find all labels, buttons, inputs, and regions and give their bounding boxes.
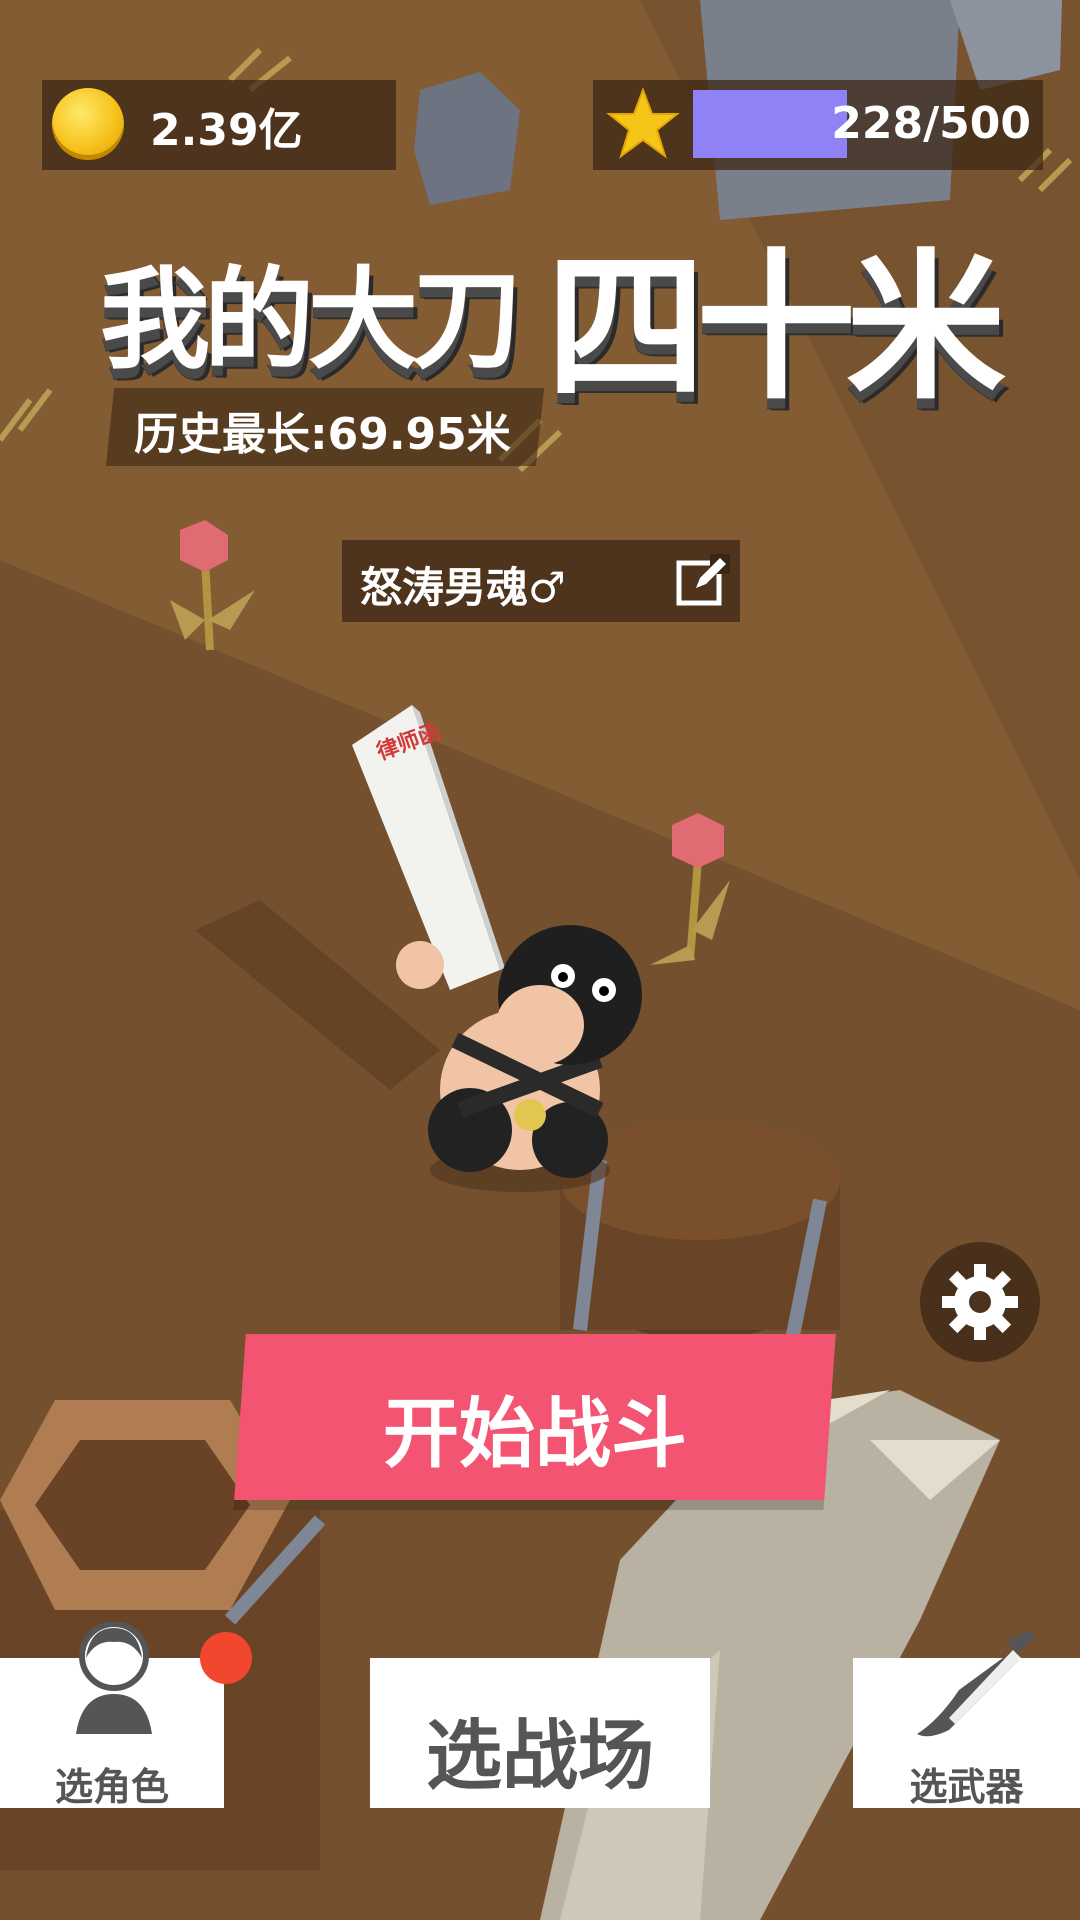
select-character-label: 选角色 bbox=[54, 1765, 169, 1809]
settings-button[interactable] bbox=[920, 1242, 1040, 1362]
knife-icon bbox=[917, 1630, 1035, 1737]
person-icon bbox=[76, 1622, 152, 1734]
gear-icon bbox=[942, 1264, 1018, 1340]
select-character-button[interactable]: 选角色 bbox=[0, 1622, 224, 1809]
edit-icon[interactable] bbox=[676, 554, 730, 608]
player-name-panel[interactable]: 怒涛男魂♂ bbox=[342, 540, 740, 622]
best-record-text: 历史最长:69.95米 bbox=[134, 409, 511, 460]
select-battlefield-label: 选战场 bbox=[426, 1711, 654, 1800]
star-icon bbox=[606, 87, 680, 159]
xp-text: 228/500 bbox=[831, 98, 1031, 149]
game-title-part2: 四十米 bbox=[546, 234, 1006, 421]
select-weapon-label: 选武器 bbox=[909, 1765, 1024, 1809]
player-name: 怒涛男魂♂ bbox=[360, 563, 566, 612]
coin-icon bbox=[52, 88, 124, 160]
xp-bar: 228/500 bbox=[693, 90, 1031, 158]
game-title: 我的大刀 四十米 bbox=[100, 198, 1006, 421]
start-battle-label[interactable]: 开始战斗 bbox=[240, 1372, 830, 1482]
coin-amount: 2.39亿 bbox=[150, 105, 303, 156]
level-progress: 228/500 bbox=[593, 80, 1043, 170]
game-title-part1: 我的大刀 bbox=[100, 256, 522, 384]
select-battlefield-button[interactable]: 选战场 bbox=[370, 1658, 710, 1808]
coin-counter: 2.39亿 bbox=[42, 80, 396, 170]
notification-dot bbox=[200, 1632, 252, 1684]
select-weapon-button[interactable]: 选武器 bbox=[853, 1630, 1080, 1809]
